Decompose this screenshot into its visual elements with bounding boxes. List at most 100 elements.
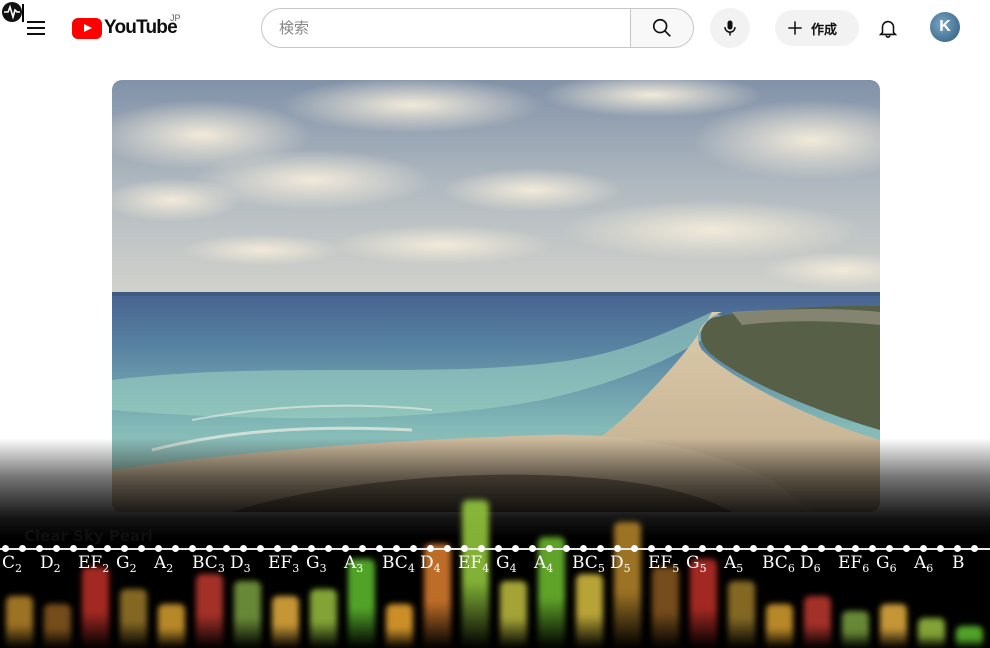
piano-note-labels: C2 D2 EF2 G2 A2 BC3 D3 EF3 G3 A3 BC4 D4 EF4 G4 A4 BC5 D5… xyxy=(2,553,990,583)
key-dot xyxy=(19,545,26,552)
note-label: D6 xyxy=(800,553,821,575)
note-octave: 3 xyxy=(292,562,300,575)
bell-icon xyxy=(878,20,898,38)
key-dot xyxy=(87,545,94,552)
create-button[interactable]: 作成 xyxy=(775,10,859,46)
note-label: EF2 xyxy=(78,553,109,575)
key-dot xyxy=(240,545,247,552)
note-name: D xyxy=(610,553,624,573)
note-octave: 6 xyxy=(926,562,934,575)
note-name: D xyxy=(40,553,54,573)
key-dot xyxy=(223,545,230,552)
note-label: EF6 xyxy=(838,553,869,575)
visualizer-bar xyxy=(120,588,147,648)
key-dot xyxy=(665,545,672,552)
pulse-extension-icon[interactable] xyxy=(2,2,22,22)
note-name: A xyxy=(534,553,547,573)
note-name: G xyxy=(496,553,510,573)
key-dot xyxy=(903,545,910,552)
note-octave: 3 xyxy=(243,562,251,575)
note-label: D4 xyxy=(420,553,441,575)
search-input[interactable] xyxy=(279,19,631,37)
key-dot xyxy=(410,545,417,552)
visualizer-bar xyxy=(386,603,413,648)
search-box xyxy=(261,8,631,48)
note-octave: 4 xyxy=(407,562,415,575)
key-dot xyxy=(121,545,128,552)
note-octave: 3 xyxy=(356,562,364,575)
key-dot xyxy=(767,545,774,552)
note-label: G5 xyxy=(686,553,707,575)
visualizer-bar xyxy=(614,522,641,648)
key-dot xyxy=(308,545,315,552)
account-avatar[interactable]: K xyxy=(930,12,960,42)
note-octave: 6 xyxy=(862,562,870,575)
note-label: BC4 xyxy=(382,553,415,575)
logo-text: YouTube xyxy=(104,17,178,38)
voice-search-button[interactable] xyxy=(710,8,750,48)
notifications-button[interactable] xyxy=(870,10,906,46)
visualizer-bar xyxy=(44,603,71,648)
note-label: BC3 xyxy=(192,553,225,575)
key-dot xyxy=(546,545,553,552)
key-dot xyxy=(274,545,281,552)
note-label: EF3 xyxy=(268,553,299,575)
visualizer-bar xyxy=(272,596,299,648)
note-label: A6 xyxy=(914,553,933,575)
note-label: EF4 xyxy=(458,553,489,575)
note-octave: 3 xyxy=(319,562,327,575)
key-dot xyxy=(393,545,400,552)
key-dot xyxy=(342,545,349,552)
key-dot xyxy=(70,545,77,552)
key-dot xyxy=(138,545,145,552)
note-name: EF xyxy=(648,553,673,573)
note-octave: 2 xyxy=(15,562,23,575)
youtube-play-icon xyxy=(72,17,102,39)
note-name: B xyxy=(952,553,965,573)
visualizer-bar xyxy=(158,603,185,648)
note-octave: 5 xyxy=(672,562,680,575)
note-octave: 3 xyxy=(217,562,225,575)
key-dot xyxy=(648,545,655,552)
note-label: A5 xyxy=(724,553,743,575)
key-dot xyxy=(104,545,111,552)
note-octave: 6 xyxy=(813,562,821,575)
search-button[interactable] xyxy=(630,8,694,48)
visualizer-bar xyxy=(880,603,907,648)
note-label: C2 xyxy=(2,553,22,575)
key-dot xyxy=(461,545,468,552)
note-name: A xyxy=(154,553,167,573)
video-title: Clear Sky Pearl xyxy=(24,527,153,545)
note-name: A xyxy=(724,553,737,573)
note-label: EF5 xyxy=(648,553,679,575)
keyboard-dots xyxy=(0,545,990,553)
key-dot xyxy=(733,545,740,552)
key-dot xyxy=(206,545,213,552)
plus-icon xyxy=(788,21,802,35)
key-dot xyxy=(580,545,587,552)
note-name: G xyxy=(116,553,130,573)
key-dot xyxy=(852,545,859,552)
visualizer-bar xyxy=(310,588,337,648)
note-octave: 2 xyxy=(53,562,61,575)
note-octave: 5 xyxy=(736,562,744,575)
menu-icon[interactable] xyxy=(24,16,48,40)
key-dot xyxy=(920,545,927,552)
youtube-logo[interactable]: YouTube xyxy=(72,16,178,40)
key-dot xyxy=(529,545,536,552)
key-dot xyxy=(835,545,842,552)
note-octave: 2 xyxy=(129,562,137,575)
key-dot xyxy=(750,545,757,552)
key-dot xyxy=(818,545,825,552)
key-dot xyxy=(716,545,723,552)
note-label: B xyxy=(952,553,965,573)
key-dot xyxy=(257,545,264,552)
note-label: BC6 xyxy=(762,553,795,575)
key-dot xyxy=(325,545,332,552)
note-label: G6 xyxy=(876,553,897,575)
key-dot xyxy=(478,545,485,552)
key-dot xyxy=(563,545,570,552)
note-label: BC5 xyxy=(572,553,605,575)
note-name: A xyxy=(914,553,927,573)
key-dot xyxy=(53,545,60,552)
